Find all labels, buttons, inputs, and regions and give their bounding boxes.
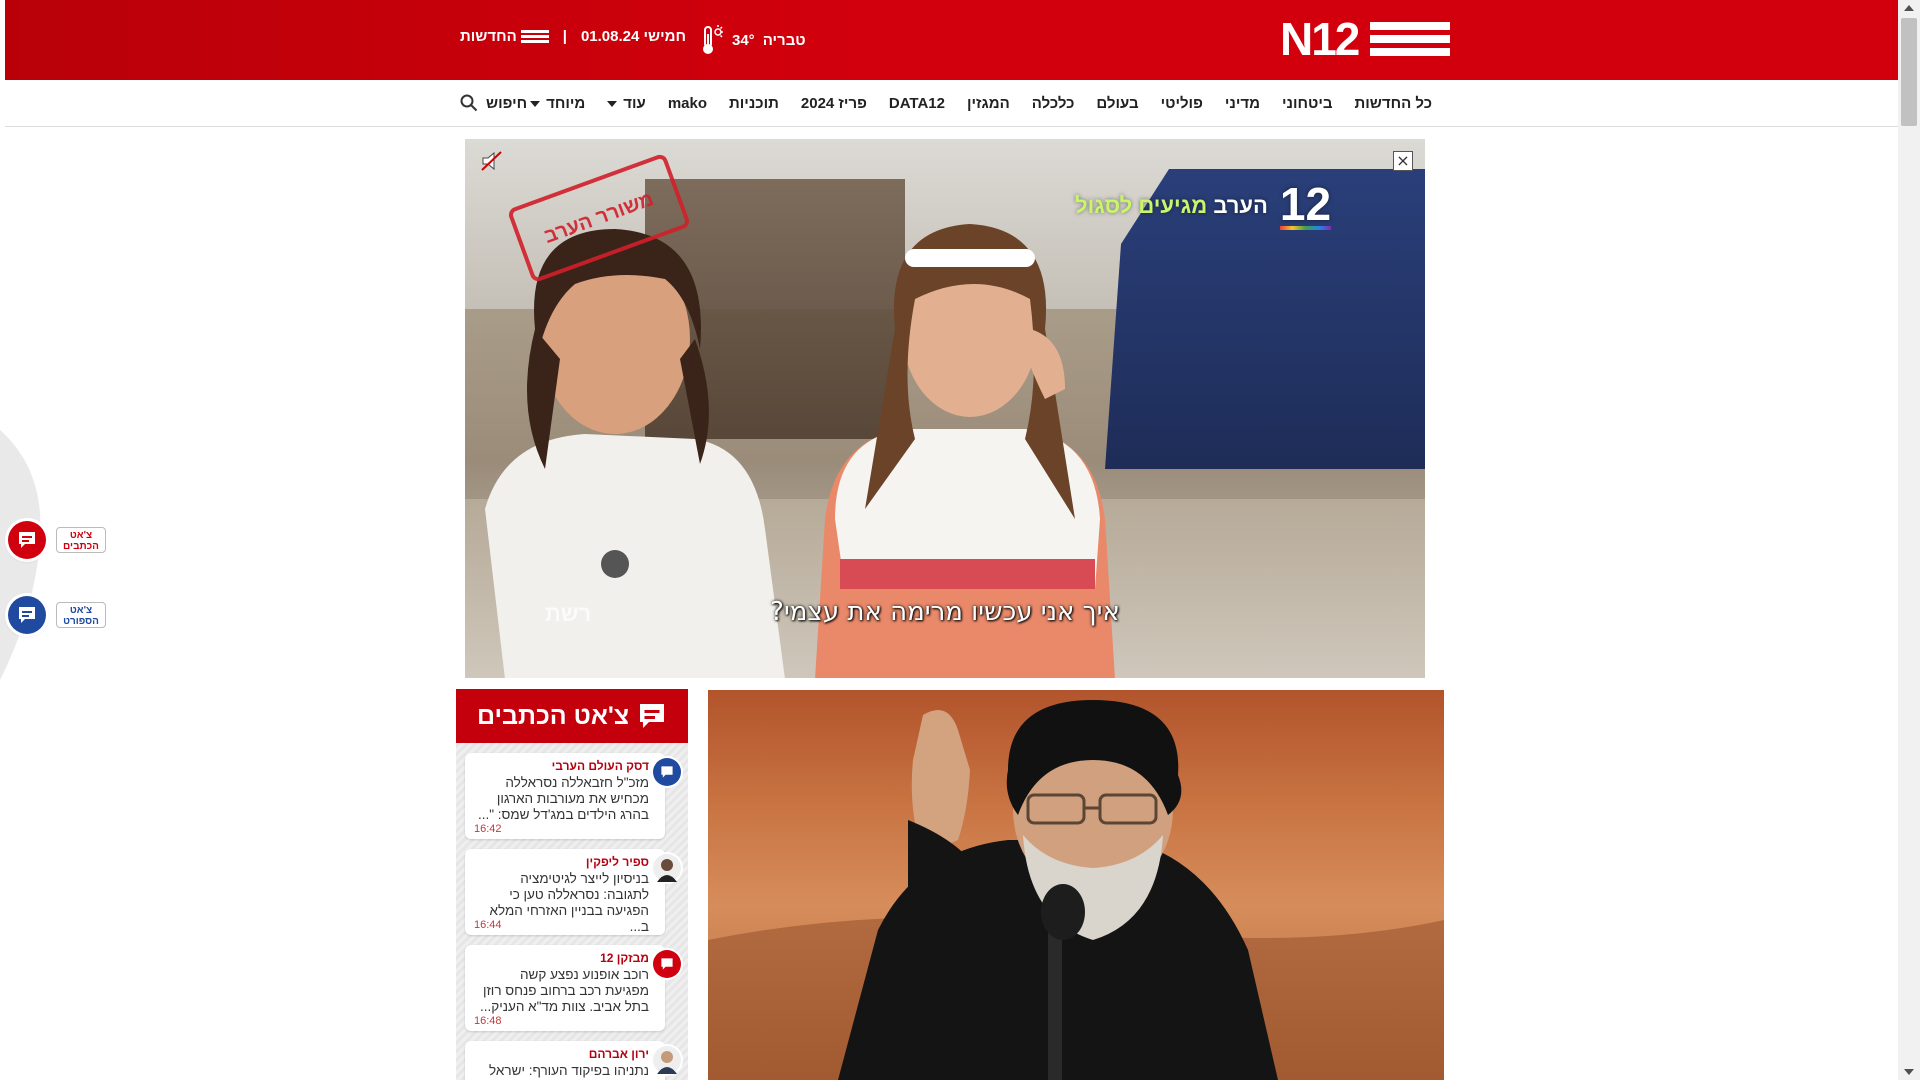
show-title-part2: מגיעים [1138, 193, 1208, 218]
chat-bubble-icon [640, 704, 665, 728]
nav-item-mako[interactable]: mako [657, 95, 718, 112]
post-text: מזכ"ל חזבאללה נסראללה מכחיש את מעורבות ה… [477, 775, 649, 822]
nav-item-paris-2024[interactable]: פריז 2024 [790, 95, 878, 112]
chat-bubble-icon [661, 766, 673, 778]
post-author: ירון אברהם [588, 1047, 649, 1061]
author-avatar [653, 758, 681, 786]
n12-logo[interactable]: N12 [1280, 15, 1450, 63]
nav-item-economy[interactable]: כלכלה [1021, 95, 1086, 112]
speaker-photo [708, 700, 1444, 1080]
current-date: חמישי 01.08.24 [580, 28, 687, 45]
search-button[interactable]: חיפוש [460, 92, 580, 114]
hamburger-icon [520, 30, 549, 44]
top-header-bar: N12 טבריה 34° חמישי 01.08.24 | החדשות [5, 0, 1898, 80]
chat-bubble-icon [8, 521, 46, 559]
video-subtitle: איך אני עכשיו מרימה את עצמי? [770, 597, 1120, 627]
post-author: מבזקן 12 [600, 951, 649, 965]
news-menu-button[interactable]: החדשות [460, 28, 549, 45]
person-icon [657, 859, 677, 882]
search-label: חיפוש [486, 94, 528, 112]
weather-city: טבריה [762, 31, 806, 49]
nav-item-politics[interactable]: פוליטי [1150, 95, 1214, 112]
chat-bubble-icon [8, 596, 46, 634]
logo-text: N12 [1280, 13, 1360, 65]
scroll-down-arrow-icon[interactable] [1904, 1069, 1914, 1075]
weather-widget[interactable]: טבריה 34° [700, 24, 806, 56]
news-menu-label: החדשות [460, 28, 517, 45]
search-icon [460, 94, 478, 112]
tag-line2: הספורט [63, 616, 99, 627]
nav-items: כל החדשות ביטחוני מדיני פוליטי בעולם כלכ… [519, 80, 1443, 126]
reporters-chat-tag: צ'אט הכתבים [56, 527, 106, 553]
separator: | [562, 28, 567, 45]
nav-item-world[interactable]: בעולם [1085, 95, 1149, 112]
date-and-news-menu: חמישי 01.08.24 | החדשות [460, 28, 686, 45]
post-text: נתניהו בפיקוד העורף: ישראל [489, 1063, 649, 1078]
chat-post[interactable]: ספיר ליפקין בניסיון לייצר לגיטימציה לתגו… [465, 849, 681, 935]
post-text: רוכב אופנוע נפצע קשה מפגיעת רכב ברחוב פנ… [479, 967, 649, 1014]
chat-panel-header[interactable]: צ'אט הכתבים [456, 689, 688, 743]
scroll-up-arrow-icon[interactable] [1904, 5, 1914, 11]
video-player[interactable]: משורר הערב 12 הערב מגיעים לסגול רשת איך … [465, 139, 1425, 678]
reporters-chat-floater[interactable]: צ'אט הכתבים [8, 521, 106, 559]
nav-item-more-label: עוד [623, 94, 646, 112]
nav-item-all-news[interactable]: כל החדשות [1344, 95, 1443, 112]
thermometer-sun-icon [703, 25, 723, 54]
mute-icon[interactable] [481, 151, 503, 171]
vertical-scrollbar[interactable] [1898, 0, 1920, 1080]
nav-item-data12[interactable]: DATA12 [878, 95, 956, 112]
show-title-part1: הערב [1213, 193, 1268, 218]
scrollbar-thumb[interactable] [1901, 18, 1917, 126]
close-video-button[interactable]: × [1393, 151, 1413, 171]
post-time: 16:44 [474, 919, 502, 931]
nav-item-shows[interactable]: תוכניות [718, 95, 790, 112]
show-title: הערב מגיעים לסגול [1075, 193, 1268, 219]
show-branding: 12 הערב מגיעים לסגול [1075, 178, 1332, 231]
show-number: 12 [1279, 178, 1332, 230]
chat-post[interactable]: ירון אברהם נתניהו בפיקוד העורף: ישראל [465, 1041, 681, 1080]
tag-line1: צ'אט [69, 530, 93, 541]
chevron-down-icon [607, 100, 618, 107]
post-time: 16:42 [474, 823, 502, 835]
tag-line2: הכתבים [63, 541, 99, 552]
close-icon: × [1396, 151, 1410, 170]
chat-post[interactable]: מבזקן 12 רוכב אופנוע נפצע קשה מפגיעת רכב… [465, 945, 681, 1031]
author-avatar [653, 854, 681, 882]
nav-item-diplomatic[interactable]: מדיני [1214, 95, 1271, 112]
post-author: דסק העולם הערבי [551, 759, 649, 773]
weather-temperature: 34° [732, 31, 755, 49]
nav-item-magazine[interactable]: המגזין [956, 95, 1021, 112]
sports-chat-floater[interactable]: צ'אט הספורט [8, 596, 106, 634]
main-nav: כל החדשות ביטחוני מדיני פוליטי בעולם כלכ… [5, 80, 1898, 127]
nav-item-more[interactable]: עוד [596, 95, 657, 112]
nav-item-security[interactable]: ביטחוני [1271, 95, 1343, 112]
chat-bubble-icon [661, 958, 673, 970]
author-avatar [653, 950, 681, 978]
chat-post[interactable]: דסק העולם הערבי מזכ"ל חזבאללה נסראללה מכ… [465, 753, 681, 839]
reporters-chat-panel: צ'אט הכתבים דסק העולם הערבי מזכ"ל חזבאלל… [456, 689, 688, 1080]
person-icon [657, 1051, 677, 1074]
show-title-part3: לסגול [1075, 193, 1133, 218]
logo-bars-icon [1370, 22, 1450, 58]
post-author: ספיר ליפקין [585, 855, 649, 869]
author-avatar [653, 1046, 681, 1074]
tag-line1: צ'אט [69, 605, 93, 616]
chat-panel-title: צ'אט הכתבים [476, 701, 630, 730]
post-time: 16:48 [474, 1015, 502, 1027]
hero-article-image[interactable] [708, 690, 1444, 1080]
sports-chat-tag: צ'אט הספורט [56, 602, 106, 628]
